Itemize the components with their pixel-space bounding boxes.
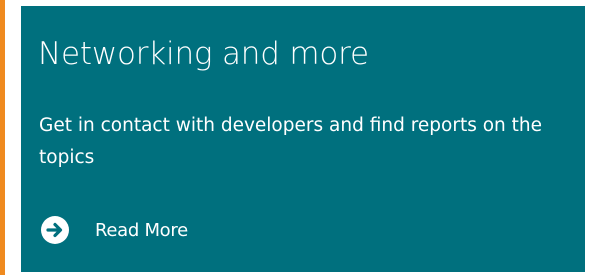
- arrow-right-circle-icon[interactable]: [40, 215, 70, 245]
- page: Networking and more Get in contact with …: [0, 0, 590, 275]
- read-more-link[interactable]: Read More: [40, 215, 188, 245]
- tile-description: Get in contact with developers and find …: [39, 115, 542, 168]
- tile-title: Networking and more: [38, 36, 369, 72]
- read-more-label[interactable]: Read More: [95, 220, 188, 241]
- networking-tile[interactable]: Networking and more Get in contact with …: [21, 6, 585, 272]
- accent-bar: [0, 0, 5, 275]
